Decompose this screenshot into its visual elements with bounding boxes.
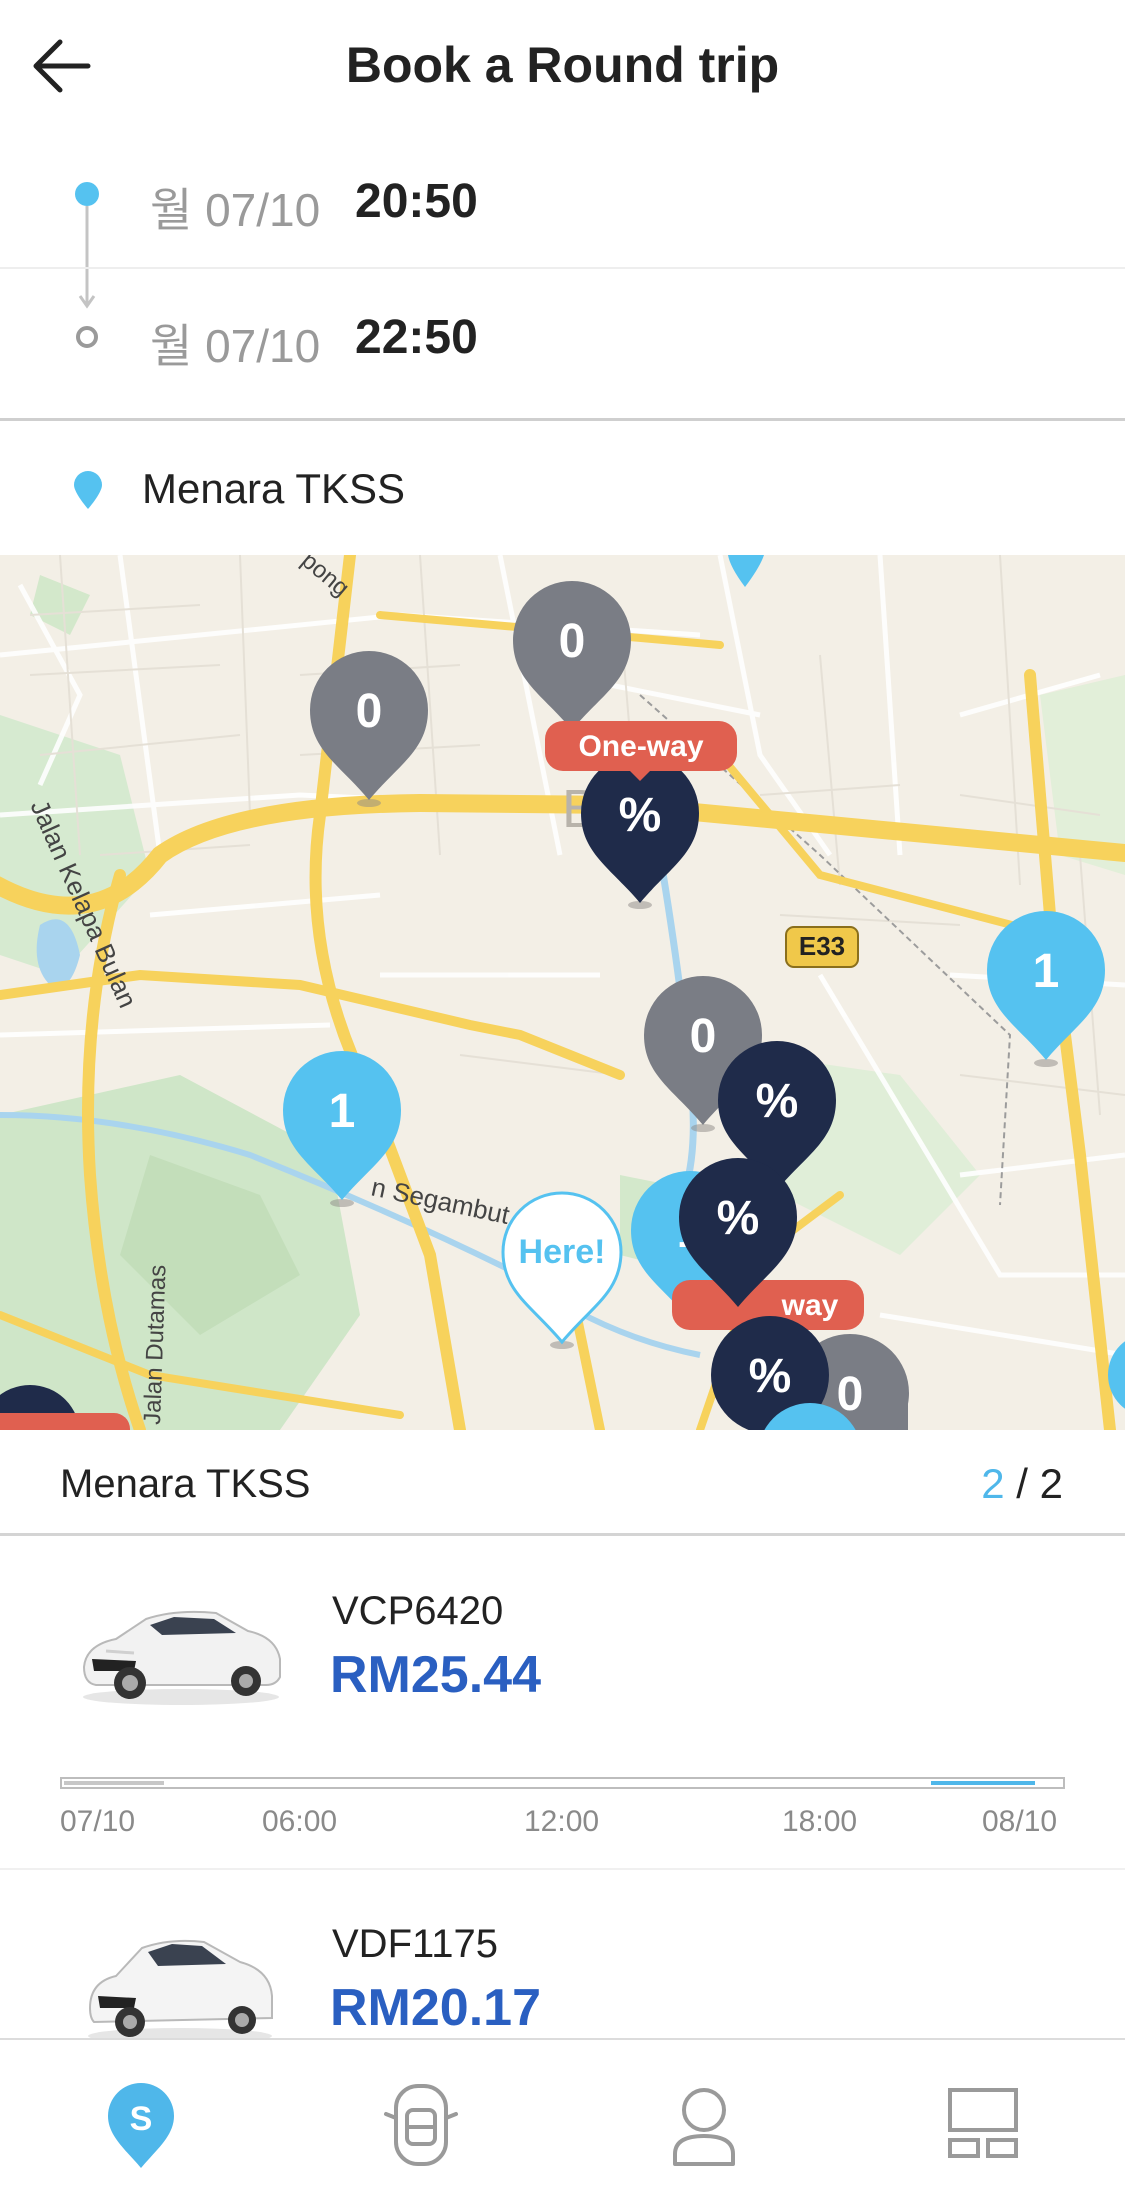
car-key-icon (384, 2084, 458, 2166)
map-marker-grey-0-label: 0 (690, 1010, 717, 1063)
map-marker-blue-1-label: 1 (329, 1085, 356, 1138)
map-tag-edge-left (0, 1413, 130, 1430)
profile-icon (673, 2088, 735, 2166)
location-row[interactable]: Menara TKSS (0, 421, 1125, 555)
highway-label: E33 (799, 931, 845, 961)
availability-bar (60, 1777, 1065, 1789)
socar-home-icon: S (108, 2083, 174, 2168)
map-marker-here-label: Here! (519, 1233, 606, 1271)
availability-booked-segment (64, 1781, 164, 1785)
car-plate: VDF1175 (332, 1922, 499, 1966)
station-bar: Menara TKSS 2 / 2 (0, 1430, 1125, 1536)
nav-car[interactable] (376, 2080, 466, 2170)
nav-profile[interactable] (659, 2080, 749, 2170)
timeline-tick: 12:00 (524, 1805, 600, 1838)
car-hatchback-icon (88, 1939, 273, 2038)
map-label-segambut: n Segambut (369, 1172, 513, 1231)
car-plate: VCP6420 (332, 1589, 504, 1633)
trip-start-row[interactable]: 월 07/10 20:50 (0, 134, 1125, 269)
map-canvas: Jalan Kelapa Bulan n Segambut Jalan Duta… (0, 555, 1125, 1430)
station-name: Menara TKSS (60, 1462, 311, 1506)
map-label-dutamas: Jalan Dutamas (139, 1264, 172, 1425)
trip-end-time: 22:50 (355, 311, 478, 364)
timeline-tick: 18:00 (782, 1805, 858, 1838)
map-marker-blue-top[interactable] (728, 555, 764, 587)
oneway-tag: One-way (578, 730, 703, 763)
trip-end-date: 월 07/10 (150, 320, 321, 372)
station-separator: / (1004, 1460, 1040, 1507)
station-current: 2 (981, 1460, 1005, 1507)
location-pin-icon (74, 471, 102, 509)
map-marker-here[interactable]: Here! (501, 1191, 623, 1345)
trip-start-date: 월 07/10 (150, 184, 321, 236)
map-marker-discount-label: % (619, 789, 662, 842)
trip-end-row[interactable]: 월 07/10 22:50 (0, 270, 1125, 405)
highway-badge: E33 (785, 926, 859, 968)
map[interactable]: Jalan Kelapa Bulan n Segambut Jalan Duta… (0, 555, 1125, 1430)
dashboard-icon (948, 2088, 1018, 2158)
trip-start-time: 20:50 (355, 175, 478, 228)
map-marker-discount-label: % (749, 1350, 792, 1403)
map-marker-discount-label: % (717, 1192, 760, 1245)
timeline-tick: 06:00 (262, 1805, 338, 1838)
station-count: 2 / 2 (981, 1460, 1063, 1508)
timeline-tick: 07/10 (60, 1805, 136, 1838)
bottom-nav: S (0, 2038, 1125, 2202)
car-sedan-icon (82, 1610, 281, 1705)
map-marker-blue-1-label: 1 (1033, 945, 1060, 998)
car-card[interactable]: VDF1175 RM20.17 (0, 1872, 1125, 2038)
station-total: 2 (1039, 1460, 1063, 1507)
nav-dashboard[interactable] (940, 2080, 1030, 2170)
page-title: Book a Round trip (345, 37, 780, 93)
availability-selected-segment (931, 1781, 1035, 1785)
map-marker-blue-1[interactable]: 1 (987, 911, 1105, 1060)
map-marker-grey-0-label: 0 (559, 615, 586, 668)
timeline-tick: 08/10 (982, 1805, 1058, 1838)
svg-text:S: S (130, 2100, 153, 2138)
location-name: Menara TKSS (142, 465, 406, 512)
car-card[interactable]: VCP6420 RM25.44 07/10 06:00 12:00 18:00 … (0, 1539, 1125, 1870)
map-marker-discount-label: % (756, 1075, 799, 1128)
oneway-tag-partial: way (781, 1289, 839, 1322)
car-price: RM20.17 (330, 1979, 541, 2037)
nav-home[interactable]: S (96, 2080, 186, 2170)
car-price: RM25.44 (330, 1646, 541, 1704)
header: Book a Round trip (0, 0, 1125, 135)
map-marker-grey-0-label: 0 (356, 685, 383, 738)
